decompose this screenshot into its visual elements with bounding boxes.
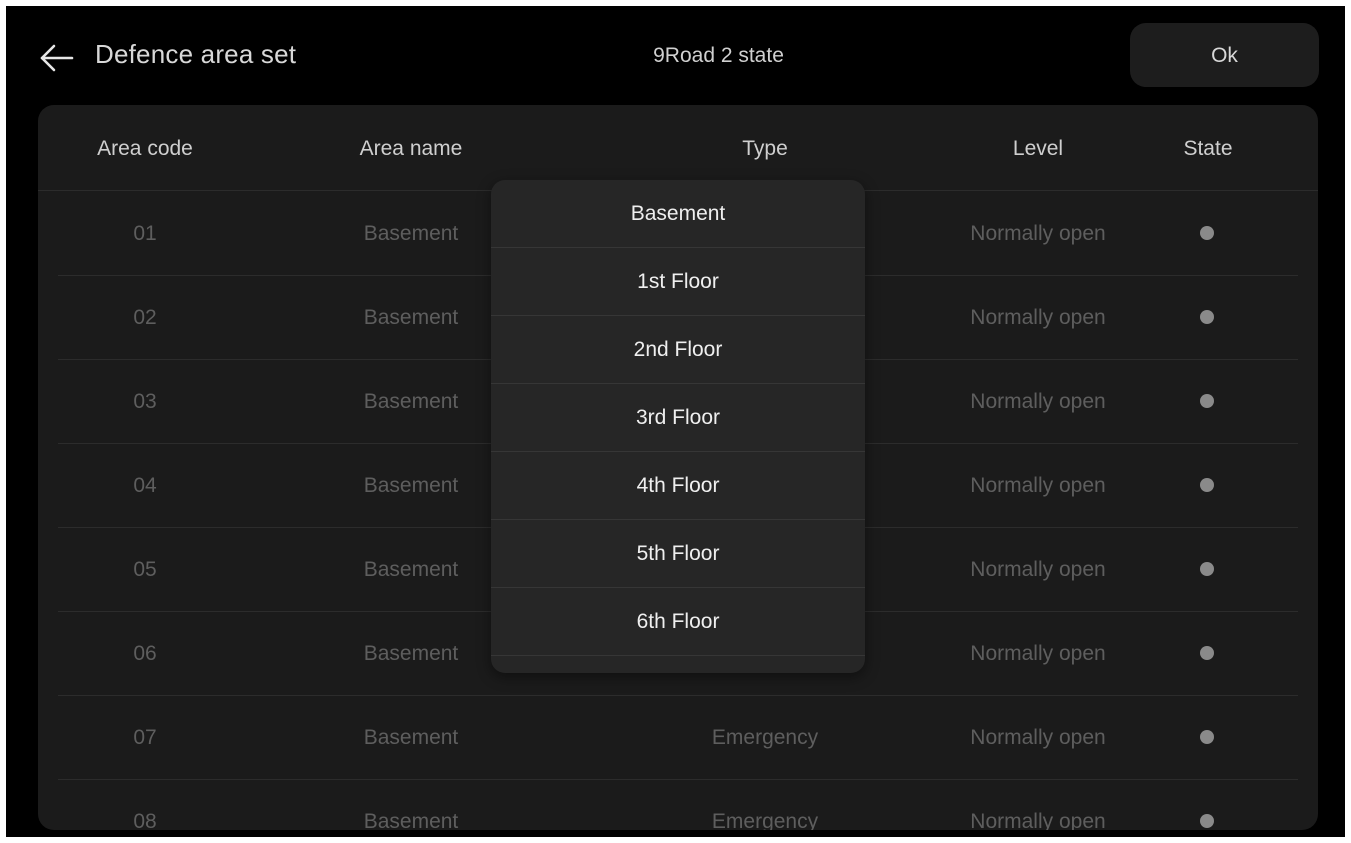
level-cell[interactable]: Normally open bbox=[933, 306, 1143, 330]
dropdown-option-label: 2nd Floor bbox=[633, 338, 723, 361]
dropdown-option[interactable]: 2nd Floor bbox=[491, 316, 865, 384]
area-code-cell: 08 bbox=[133, 810, 157, 830]
dropdown-option[interactable]: Basement bbox=[491, 180, 865, 248]
header-subtitle: 9Road 2 state bbox=[653, 44, 784, 67]
screen: Defence area set 9Road 2 state Ok Area c… bbox=[6, 6, 1345, 837]
area-name-dropdown[interactable]: Basement 1st Floor 2nd Floor 3rd Floor 4th F… bbox=[491, 180, 865, 673]
level-cell[interactable]: Normally open bbox=[933, 222, 1143, 246]
type-cell[interactable]: Emergency bbox=[650, 810, 880, 830]
state-dot-icon[interactable] bbox=[1200, 646, 1214, 660]
dropdown-option-label: 5th Floor bbox=[636, 542, 720, 565]
area-name-cell[interactable]: Basement bbox=[331, 642, 491, 666]
area-name-cell[interactable]: Basement bbox=[331, 726, 491, 750]
dropdown-option[interactable]: 6th Floor bbox=[491, 588, 865, 656]
state-dot-icon[interactable] bbox=[1200, 478, 1214, 492]
ok-button[interactable]: Ok bbox=[1130, 23, 1319, 87]
dropdown-option-label: 6th Floor bbox=[636, 610, 720, 633]
dropdown-option-label: 4th Floor bbox=[636, 474, 720, 497]
column-header-area-name: Area name bbox=[359, 137, 463, 160]
table-row[interactable]: 07 Basement Emergency Normally open bbox=[38, 695, 1318, 779]
column-header-type: Type bbox=[742, 137, 788, 160]
area-name-cell[interactable]: Basement bbox=[331, 222, 491, 246]
area-code-cell: 04 bbox=[133, 474, 157, 497]
level-cell[interactable]: Normally open bbox=[933, 390, 1143, 414]
table-header: Area code Area name Type Level State bbox=[38, 105, 1318, 191]
level-cell[interactable]: Normally open bbox=[933, 810, 1143, 830]
area-code-cell: 06 bbox=[133, 642, 157, 665]
dropdown-option-label: 3rd Floor bbox=[635, 406, 721, 429]
dropdown-option[interactable]: 3rd Floor bbox=[491, 384, 865, 452]
arrow-left-icon bbox=[40, 44, 74, 72]
state-dot-icon[interactable] bbox=[1200, 814, 1214, 828]
state-dot-icon[interactable] bbox=[1200, 310, 1214, 324]
dropdown-option-label: Basement bbox=[630, 202, 726, 225]
column-header-state: State bbox=[1183, 137, 1233, 160]
dropdown-option[interactable]: 4th Floor bbox=[491, 452, 865, 520]
state-dot-icon[interactable] bbox=[1200, 226, 1214, 240]
area-code-cell: 07 bbox=[133, 726, 157, 749]
area-name-cell[interactable]: Basement bbox=[331, 810, 491, 830]
area-code-cell: 03 bbox=[133, 390, 157, 413]
column-header-area-code: Area code bbox=[97, 137, 193, 160]
state-dot-icon[interactable] bbox=[1200, 730, 1214, 744]
state-dot-icon[interactable] bbox=[1200, 394, 1214, 408]
area-code-cell: 02 bbox=[133, 306, 157, 329]
state-dot-icon[interactable] bbox=[1200, 562, 1214, 576]
dropdown-option[interactable]: 1st Floor bbox=[491, 248, 865, 316]
area-code-cell: 01 bbox=[133, 222, 157, 245]
area-name-cell[interactable]: Basement bbox=[331, 474, 491, 498]
table-row[interactable]: 08 Basement Emergency Normally open bbox=[38, 779, 1318, 830]
area-name-cell[interactable]: Basement bbox=[331, 390, 491, 414]
level-cell[interactable]: Normally open bbox=[933, 642, 1143, 666]
level-cell[interactable]: Normally open bbox=[933, 558, 1143, 582]
area-name-cell[interactable]: Basement bbox=[331, 558, 491, 582]
dropdown-option-label: 1st Floor bbox=[637, 270, 719, 293]
type-cell[interactable]: Emergency bbox=[650, 726, 880, 750]
back-button[interactable] bbox=[36, 38, 76, 78]
column-header-level: Level bbox=[1012, 137, 1064, 160]
area-name-cell[interactable]: Basement bbox=[331, 306, 491, 330]
page-title: Defence area set bbox=[95, 39, 297, 69]
level-cell[interactable]: Normally open bbox=[933, 726, 1143, 750]
level-cell[interactable]: Normally open bbox=[933, 474, 1143, 498]
area-code-cell: 05 bbox=[133, 558, 157, 581]
dropdown-option[interactable]: 5th Floor bbox=[491, 520, 865, 588]
